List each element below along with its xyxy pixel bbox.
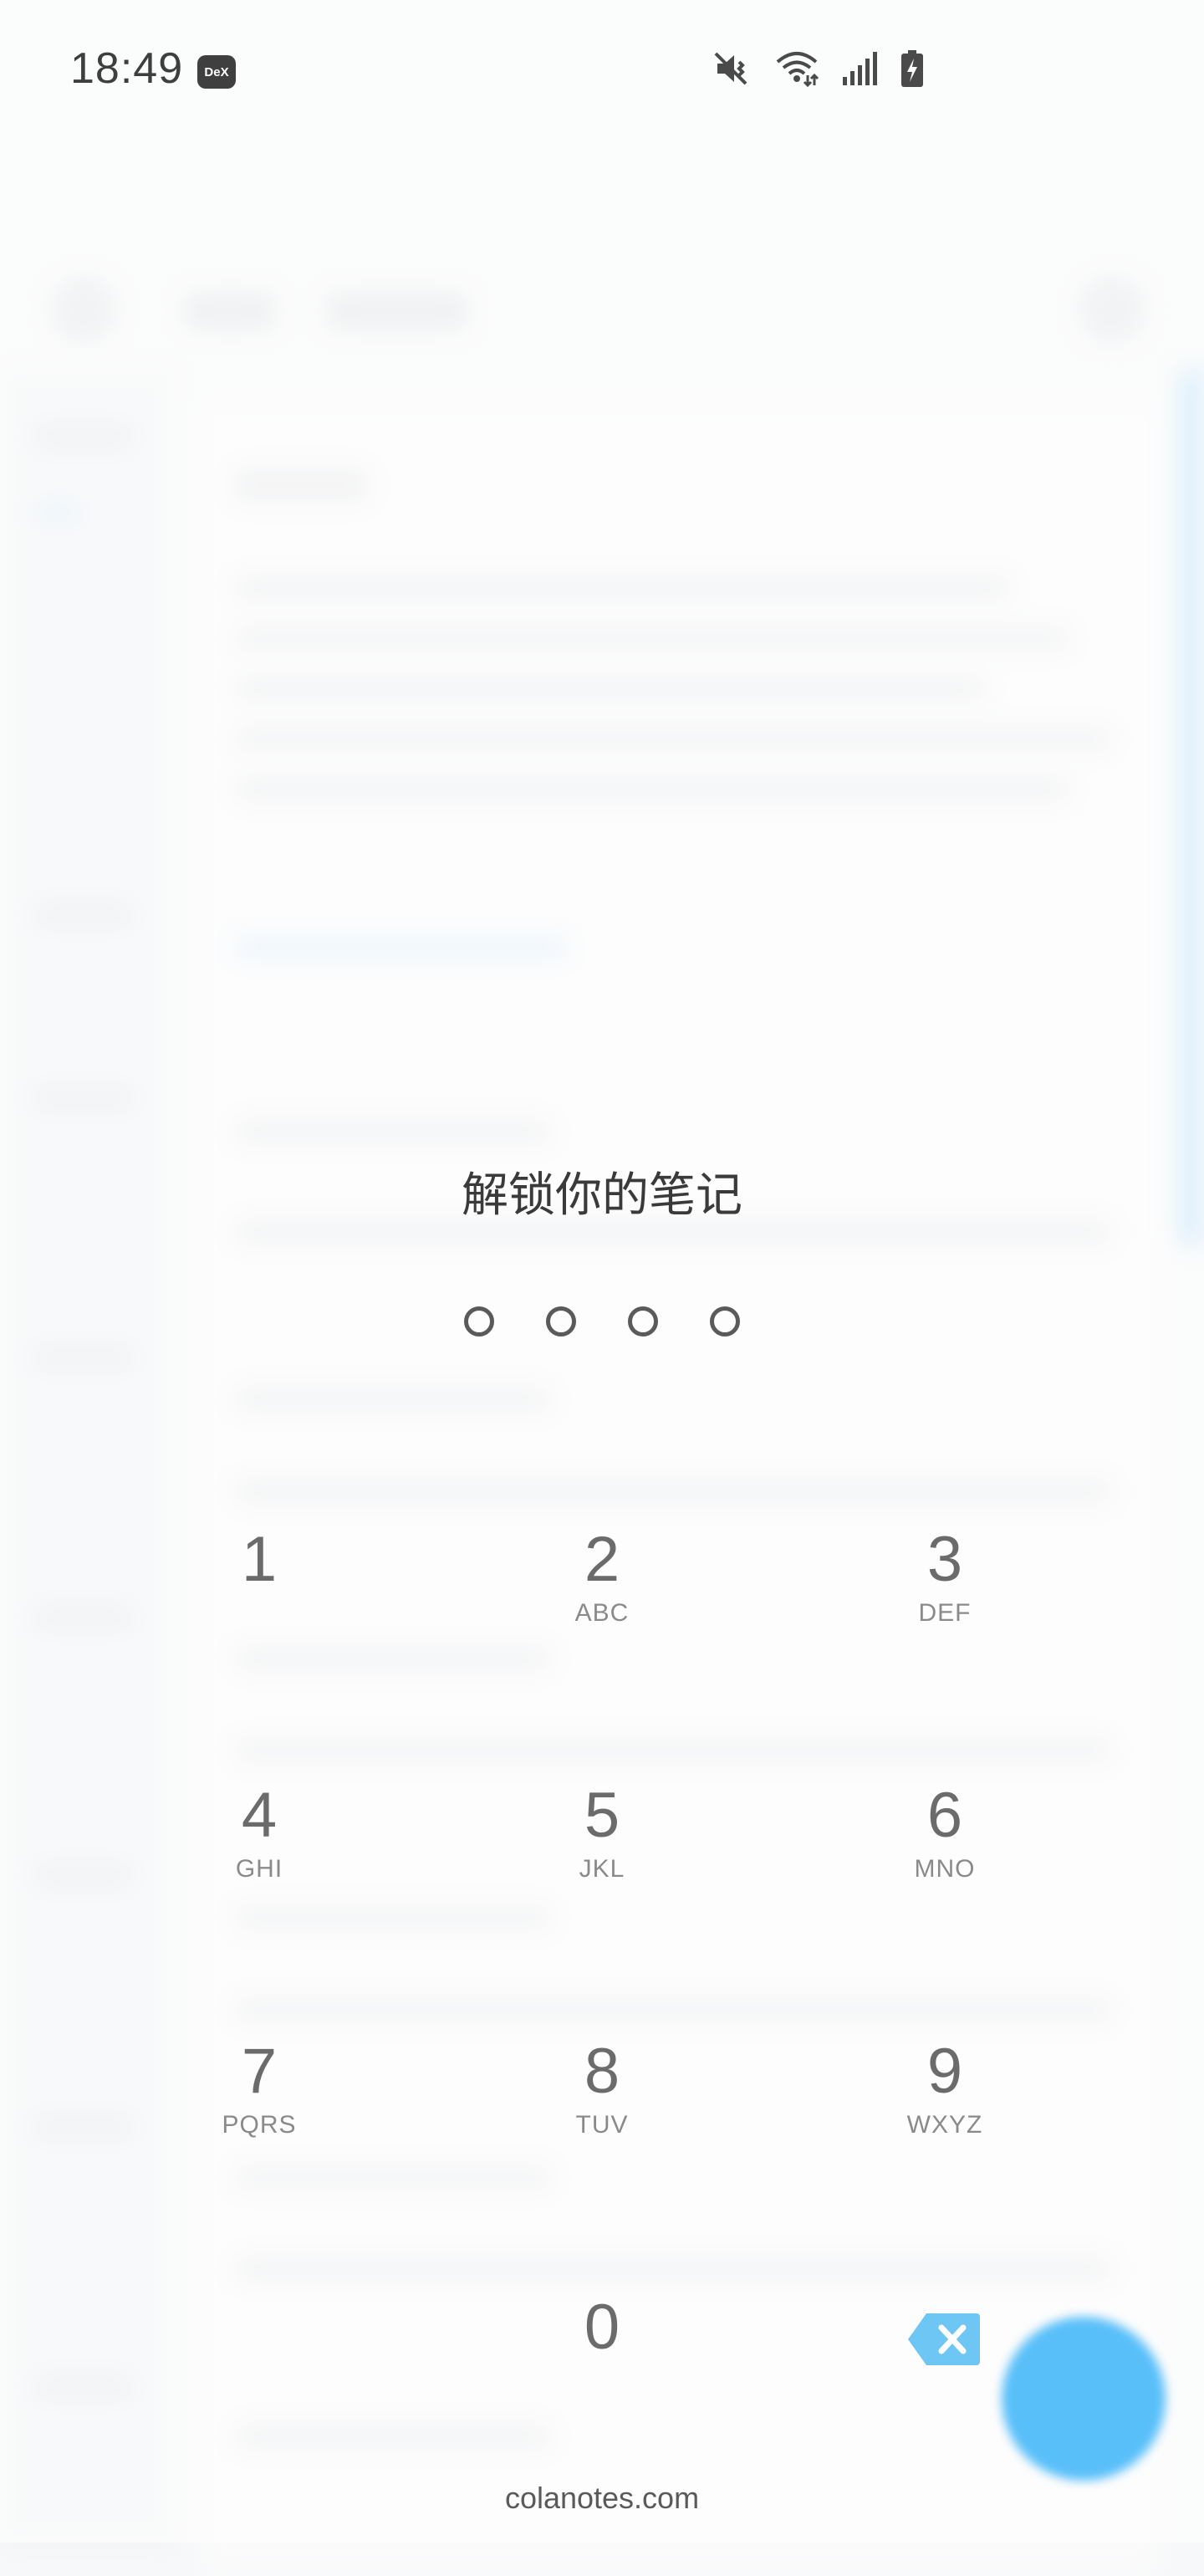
- signal-icon: [841, 49, 878, 89]
- key-digit: 9: [926, 2036, 963, 2107]
- backspace-icon: [908, 2313, 980, 2365]
- key-digit: 2: [584, 1524, 620, 1595]
- footer-website: colanotes.com: [504, 2481, 700, 2515]
- key-digit: 8: [584, 2036, 620, 2107]
- key-8[interactable]: 8 TUV: [477, 2034, 727, 2235]
- status-icons: [712, 49, 925, 89]
- key-letters: WXYZ: [906, 2111, 983, 2139]
- lock-title: 解锁你的笔记: [462, 1168, 742, 1223]
- key-9[interactable]: 9 WXYZ: [819, 2034, 1070, 2235]
- key-letters: PQRS: [222, 2111, 297, 2139]
- key-digit: 6: [926, 1780, 963, 1851]
- key-digit: 1: [241, 1524, 278, 1595]
- mute-icon: [712, 49, 752, 89]
- key-letters: GHI: [235, 1855, 283, 1883]
- status-time: 18:49: [70, 44, 184, 93]
- wifi-icon: [774, 49, 819, 89]
- key-7[interactable]: 7 PQRS: [134, 2034, 385, 2235]
- key-letters: TUV: [575, 2111, 629, 2139]
- key-letters: MNO: [914, 1855, 976, 1883]
- key-letters: DEF: [918, 1599, 972, 1627]
- pin-dot: [628, 1306, 658, 1337]
- add-note-fab: [1002, 2317, 1166, 2481]
- dex-badge: DeX: [197, 55, 236, 89]
- pin-dot: [464, 1306, 494, 1337]
- key-digit: 5: [584, 1780, 620, 1851]
- key-3[interactable]: 3 DEF: [819, 1522, 1070, 1723]
- key-digit: 0: [584, 2292, 620, 2363]
- key-digit: 3: [926, 1524, 963, 1595]
- pin-dot: [710, 1306, 740, 1337]
- key-6[interactable]: 6 MNO: [819, 1778, 1070, 1979]
- key-1[interactable]: 1: [134, 1522, 385, 1723]
- backspace-button[interactable]: [908, 2312, 980, 2367]
- key-2[interactable]: 2 ABC: [477, 1522, 727, 1723]
- key-digit: 7: [241, 2036, 278, 2107]
- key-0[interactable]: 0: [477, 2290, 727, 2491]
- status-bar: 18:49 DeX: [0, 0, 1204, 151]
- key-5[interactable]: 5 JKL: [477, 1778, 727, 1979]
- key-4[interactable]: 4 GHI: [134, 1778, 385, 1979]
- key-letters: JKL: [579, 1855, 625, 1883]
- key-letters: ABC: [574, 1599, 630, 1627]
- battery-charging-icon: [900, 49, 925, 89]
- pin-indicator: [0, 1306, 1204, 1337]
- pin-dot: [546, 1306, 576, 1337]
- key-digit: 4: [241, 1780, 278, 1851]
